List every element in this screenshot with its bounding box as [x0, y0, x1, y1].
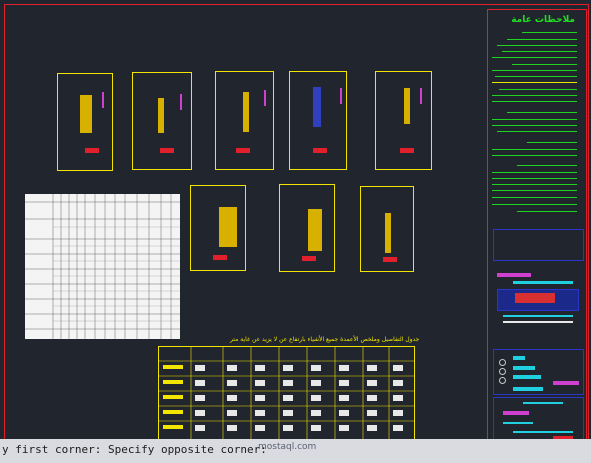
title-bar — [503, 315, 573, 317]
revision-circle — [499, 368, 506, 375]
section-tag — [313, 148, 327, 153]
note-line — [492, 149, 577, 150]
section-tag — [302, 256, 316, 261]
note-line — [517, 165, 577, 166]
note-line — [492, 172, 577, 173]
column-section — [219, 207, 237, 247]
title-bar — [513, 281, 573, 284]
note-line — [492, 82, 577, 83]
section-tag — [85, 148, 99, 153]
column-section — [243, 92, 249, 132]
schedule-title: جدول التفاصيل وملخص الأعمدة جميع الأشياء… — [230, 336, 420, 343]
section-tag — [236, 148, 250, 153]
reinforcement-table[interactable] — [25, 194, 180, 339]
general-notes-panel: ملاحظات عامة — [487, 12, 585, 227]
column-section — [385, 213, 391, 253]
section-tag — [213, 255, 227, 260]
logo-mark — [515, 293, 555, 303]
column-section — [313, 87, 321, 127]
column-section — [308, 209, 322, 251]
note-line — [497, 131, 577, 132]
note-line — [492, 119, 577, 120]
watermark: mostaql.com — [258, 442, 317, 452]
title-bar — [497, 273, 531, 277]
note-line — [499, 89, 577, 90]
drawing-canvas[interactable]: جدول التفاصيل وملخص الأعمدة جميع الأشياء… — [0, 0, 591, 463]
command-prompt: y first corner: Specify opposite corner: — [2, 443, 267, 456]
note-line — [497, 45, 577, 46]
dimension-marker — [264, 90, 266, 106]
section-tag — [160, 148, 174, 153]
note-line — [502, 51, 577, 52]
note-line — [492, 190, 577, 191]
title-bar — [513, 356, 525, 360]
title-bar — [553, 381, 579, 385]
column-schedule-table[interactable] — [158, 346, 415, 441]
dimension-marker — [420, 88, 422, 104]
column-schedule-grid — [159, 347, 414, 440]
revision-circle — [499, 377, 506, 384]
section-tag — [383, 257, 397, 262]
title-block-cell — [493, 229, 584, 261]
dimension-marker — [180, 94, 182, 110]
note-line — [517, 211, 577, 212]
note-line — [492, 57, 577, 58]
note-line — [492, 155, 577, 156]
title-bar — [523, 402, 563, 404]
dimension-marker — [340, 88, 342, 104]
note-line — [492, 70, 577, 71]
title-bar — [513, 387, 543, 391]
note-line — [512, 64, 577, 65]
note-line — [492, 101, 577, 102]
title-bar — [503, 422, 533, 424]
column-section — [80, 95, 92, 133]
title-bar — [513, 431, 573, 433]
note-line — [492, 197, 577, 198]
revision-circle — [499, 359, 506, 366]
reinforcement-table-grid — [25, 194, 180, 339]
note-line — [495, 76, 577, 77]
dimension-marker — [102, 92, 104, 108]
column-section — [158, 98, 164, 133]
note-line — [492, 184, 577, 185]
note-line — [492, 95, 577, 96]
title-bar — [503, 321, 573, 323]
note-line — [492, 125, 577, 126]
title-bar — [513, 366, 535, 370]
note-line — [522, 32, 577, 33]
note-line — [527, 142, 577, 143]
note-line — [507, 112, 577, 113]
section-tag — [400, 148, 414, 153]
notes-title: ملاحظات عامة — [511, 15, 575, 25]
column-section — [404, 88, 410, 124]
note-line — [492, 204, 577, 205]
title-bar — [513, 375, 541, 379]
note-line — [492, 178, 577, 179]
title-bar — [503, 411, 529, 415]
note-line — [507, 39, 577, 40]
